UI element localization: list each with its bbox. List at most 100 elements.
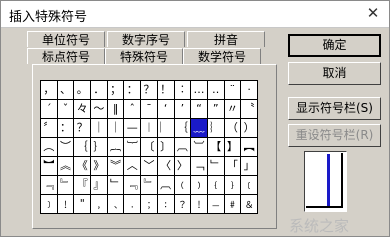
symbol-cell[interactable]: 々 xyxy=(74,100,92,119)
symbol-cell[interactable]: 『 xyxy=(74,176,92,195)
symbol-cell[interactable]: 》 xyxy=(91,157,108,176)
symbol-cell[interactable]: ﹂ xyxy=(207,157,225,176)
symbol-cell[interactable]: ‘ xyxy=(157,100,175,119)
symbol-cell[interactable]: ﹗ xyxy=(57,195,75,214)
show-symbol-bar-button[interactable]: 显示符号栏(S) xyxy=(288,97,381,120)
symbol-cell[interactable]: — xyxy=(124,119,142,138)
symbol-cell[interactable]: ﹜ xyxy=(224,176,242,195)
symbol-cell[interactable]: ︱ xyxy=(141,119,158,138)
symbol-cell[interactable]: ﹕ xyxy=(157,195,175,214)
symbol-cell[interactable]: 〝 xyxy=(241,100,258,119)
symbol-cell[interactable]: ﹚ xyxy=(191,176,208,195)
symbol-cell[interactable]: 〞 xyxy=(41,119,58,138)
symbol-cell[interactable]: 【 xyxy=(207,138,225,157)
symbol-cell[interactable]: ﹔ xyxy=(141,195,158,214)
symbol-cell[interactable]: · xyxy=(241,81,258,100)
symbol-cell[interactable]: ¨ xyxy=(224,81,242,100)
close-icon[interactable]: ✕ xyxy=(363,4,383,22)
symbol-cell[interactable]: ﹐ xyxy=(91,195,108,214)
symbol-cell[interactable]: ︹ xyxy=(157,176,175,195)
symbol-cell[interactable]: ﹃ xyxy=(124,176,142,195)
symbol-cell[interactable]: ﹞ xyxy=(41,195,58,214)
cancel-button[interactable]: 取消 xyxy=(288,62,381,85)
symbol-cell[interactable]: ﹒ xyxy=(124,195,142,214)
symbol-cell[interactable]: ˆ xyxy=(124,100,142,119)
tab-unit-symbols[interactable]: 单位符号 xyxy=(27,31,105,47)
ok-button[interactable]: 确定 xyxy=(288,34,381,57)
symbol-cell[interactable]: ﹠ xyxy=(241,195,258,214)
symbol-cell[interactable]: 〕 xyxy=(157,138,175,157)
symbol-cell[interactable]: ｜ xyxy=(107,119,125,138)
symbol-cell[interactable]: ； xyxy=(107,81,125,100)
symbol-cell[interactable]: ｜ xyxy=(91,119,108,138)
symbol-cell[interactable]: ˊ xyxy=(41,100,58,119)
symbol-cell[interactable]: ︳ xyxy=(157,119,175,138)
tab-number-sequence[interactable]: 数字序号 xyxy=(107,31,185,47)
symbol-cell[interactable]: ˇ xyxy=(57,100,75,119)
symbol-cell[interactable]: ﹙ xyxy=(174,176,192,195)
symbol-cell[interactable]: ﹘ xyxy=(207,195,225,214)
symbol-cell[interactable]: ｝ xyxy=(91,138,108,157)
symbol-cell[interactable]: （ xyxy=(224,119,242,138)
symbol-cell[interactable]: ﹟ xyxy=(224,195,242,214)
symbol-cell[interactable]: 〈 xyxy=(157,157,175,176)
symbol-cell[interactable]: ︺ xyxy=(191,138,208,157)
symbol-cell[interactable]: ﹑ xyxy=(107,195,125,214)
symbol-cell[interactable]: ︼ xyxy=(41,157,58,176)
tab-math-symbols[interactable]: 数学符号 xyxy=(183,48,261,64)
symbol-cell[interactable]: 〉 xyxy=(174,157,192,176)
symbol-cell[interactable]: ︵ xyxy=(41,138,58,157)
symbol-cell[interactable]: ﹝ xyxy=(241,176,258,195)
symbol-cell[interactable]: 〃 xyxy=(224,100,242,119)
tab-pinyin[interactable]: 拼音 xyxy=(187,31,265,47)
symbol-cell[interactable]: ︾ xyxy=(107,157,125,176)
symbol-cell[interactable]: 】 xyxy=(224,138,242,157)
symbol-cell[interactable]: ︹ xyxy=(174,138,192,157)
symbol-cell[interactable]: 」 xyxy=(241,157,258,176)
symbol-cell[interactable]: ： xyxy=(124,81,142,100)
symbol-cell[interactable]: ｛ xyxy=(174,119,192,138)
symbol-cell[interactable]: ˉ xyxy=(141,100,158,119)
symbol-cell[interactable]: “ xyxy=(191,100,208,119)
symbol-cell[interactable]: ︸ xyxy=(124,138,142,157)
symbol-cell[interactable]: ？ xyxy=(74,119,92,138)
symbol-cell[interactable]: ﹏ xyxy=(191,119,208,138)
symbol-cell[interactable]: ﹁ xyxy=(191,157,208,176)
symbol-cell[interactable]: ﹄ xyxy=(141,176,158,195)
symbol-cell[interactable]: ﹄ xyxy=(57,176,75,195)
symbol-cell[interactable]: ｛ xyxy=(74,138,92,157)
symbol-cell[interactable]: 《 xyxy=(74,157,92,176)
symbol-cell[interactable]: ︿ xyxy=(124,157,142,176)
symbol-cell[interactable]: ︷ xyxy=(107,138,125,157)
symbol-cell[interactable]: ︻ xyxy=(241,138,258,157)
symbol-cell[interactable]: ‖ xyxy=(107,100,125,119)
symbol-cell[interactable]: ︽ xyxy=(57,157,75,176)
symbol-cell[interactable]: ﹃ xyxy=(41,176,58,195)
symbol-cell[interactable]: ” xyxy=(207,100,225,119)
symbol-cell[interactable]: ︶ xyxy=(57,138,75,157)
symbol-cell[interactable]: ﹛ xyxy=(207,176,225,195)
symbol-cell[interactable]: ﹖ xyxy=(174,195,192,214)
symbol-cell[interactable]: ！ xyxy=(157,81,175,100)
symbol-cell[interactable]: 「 xyxy=(224,157,242,176)
symbol-cell[interactable]: ， xyxy=(41,81,58,100)
symbol-cell[interactable]: ﹗ xyxy=(191,195,208,214)
symbol-cell[interactable]: ‥ xyxy=(207,81,225,100)
symbol-cell[interactable]: ） xyxy=(241,119,258,138)
symbol-cell[interactable]: " xyxy=(74,195,92,214)
tab-punctuation[interactable]: 标点符号 xyxy=(27,48,105,64)
symbol-cell[interactable]: 』 xyxy=(91,176,108,195)
symbol-cell[interactable]: ～ xyxy=(91,100,108,119)
symbol-cell[interactable]: 、 xyxy=(57,81,75,100)
symbol-cell[interactable]: ’ xyxy=(174,100,192,119)
symbol-cell[interactable]: 〔 xyxy=(141,138,158,157)
symbol-cell[interactable]: 。 xyxy=(74,81,92,100)
symbol-cell[interactable]: ？ xyxy=(141,81,158,100)
symbol-cell[interactable]: ︴ xyxy=(207,119,225,138)
tab-special-symbols[interactable]: 特殊符号 xyxy=(105,48,183,64)
symbol-cell[interactable]: ． xyxy=(91,81,108,100)
symbol-cell[interactable]: … xyxy=(191,81,208,100)
symbol-cell[interactable]: ︰ xyxy=(174,81,192,100)
symbol-cell[interactable]: ： xyxy=(57,119,75,138)
symbol-cell[interactable]: ﹂ xyxy=(107,176,125,195)
